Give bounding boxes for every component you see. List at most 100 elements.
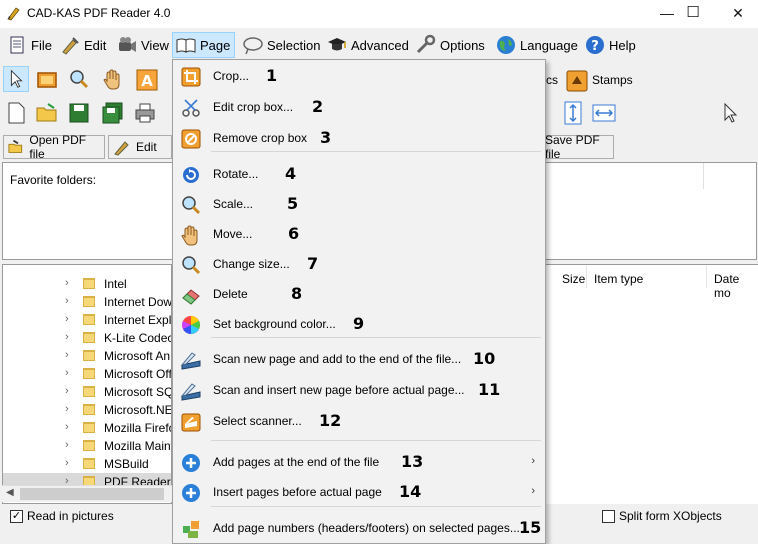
page-icon bbox=[176, 38, 196, 53]
annotation-number: 10 bbox=[473, 349, 496, 368]
page-menu-item[interactable]: Rotate... 4 bbox=[173, 161, 545, 187]
folder-icon bbox=[83, 458, 95, 469]
tree-item[interactable]: › Internet Explo bbox=[3, 311, 171, 329]
checkbox-unchecked-icon[interactable] bbox=[602, 509, 615, 523]
maximize-button[interactable]: ☐ bbox=[670, 0, 716, 28]
chevron-right-icon[interactable]: › bbox=[65, 385, 69, 397]
tree-item[interactable]: › MSBuild bbox=[3, 455, 171, 473]
page-menu-item[interactable]: Delete 8 bbox=[173, 281, 545, 307]
chevron-right-icon[interactable]: › bbox=[65, 421, 69, 433]
pointer-tool-icon[interactable] bbox=[3, 66, 29, 92]
page-menu-item[interactable]: Add pages at the end of the file 13 › bbox=[173, 449, 545, 475]
page-menu-item-label: Delete bbox=[213, 287, 248, 301]
rectangle-tool-icon[interactable] bbox=[34, 67, 60, 93]
page-menu-item[interactable]: Insert pages before actual page 14 › bbox=[173, 479, 545, 505]
edit-tab-button[interactable]: Edit bbox=[108, 135, 172, 159]
annotation-number: 12 bbox=[319, 411, 342, 430]
page-menu-item-label: Set background color... bbox=[213, 317, 336, 331]
tree-item[interactable]: › Microsoft Off bbox=[3, 365, 171, 383]
chevron-right-icon[interactable]: › bbox=[65, 349, 69, 361]
tree-item[interactable]: › Mozilla Maint bbox=[3, 437, 171, 455]
folder-tree[interactable]: › Intel › Internet Dow › Internet Explo › K-Lit… bbox=[2, 264, 172, 504]
new-file-icon[interactable] bbox=[3, 100, 29, 126]
page-menu-item[interactable]: Edit crop box... 2 bbox=[173, 94, 545, 120]
tree-item[interactable]: › Internet Dow bbox=[3, 293, 171, 311]
save-all-icon[interactable] bbox=[100, 100, 126, 126]
menu-options[interactable]: Options bbox=[413, 32, 489, 58]
menu-file[interactable]: File bbox=[4, 32, 56, 58]
tree-item[interactable]: › K-Lite Codec bbox=[3, 329, 171, 347]
open-pdf-button[interactable]: Open PDF file bbox=[3, 133, 105, 161]
cursor-icon[interactable] bbox=[716, 100, 742, 126]
page-menu-item[interactable]: Select scanner... 12 bbox=[173, 408, 545, 434]
advanced-icon bbox=[328, 38, 346, 51]
folder-icon bbox=[83, 422, 95, 433]
split-form-xobjects-checkbox[interactable]: Split form XObjects bbox=[602, 509, 722, 523]
menu-language[interactable]: Language bbox=[493, 32, 582, 58]
checkbox-checked-icon[interactable]: ✓ bbox=[10, 509, 23, 523]
view-icon bbox=[119, 37, 136, 52]
chevron-right-icon[interactable]: › bbox=[65, 277, 69, 289]
page-menu-item[interactable]: Scan new page and add to the end of the … bbox=[173, 346, 545, 372]
page-menu-item[interactable]: Add page numbers (headers/footers) on se… bbox=[173, 515, 545, 541]
page-menu-item[interactable]: Change size... 7 bbox=[173, 251, 545, 277]
page-menu-item[interactable]: Scan and insert new page before actual p… bbox=[173, 377, 545, 403]
chevron-right-icon[interactable]: › bbox=[65, 367, 69, 379]
close-button[interactable]: ✕ bbox=[715, 0, 758, 28]
save-pdf-button[interactable]: Save PDF file bbox=[540, 133, 614, 161]
chevron-right-icon[interactable]: › bbox=[65, 313, 69, 325]
chevron-right-icon[interactable]: › bbox=[65, 439, 69, 451]
page-menu-item[interactable]: Move... 6 bbox=[173, 221, 545, 247]
edit-pencil-icon bbox=[114, 141, 129, 156]
tree-item[interactable]: › Mozilla Firefo bbox=[3, 419, 172, 437]
scrollbar-thumb[interactable] bbox=[20, 488, 164, 500]
page-menu-item[interactable]: Scale... 5 bbox=[173, 191, 545, 217]
menu-selection[interactable]: Selection bbox=[240, 32, 324, 58]
chevron-right-icon[interactable]: › bbox=[65, 403, 69, 415]
fit-width-icon[interactable] bbox=[591, 100, 617, 126]
chevron-right-icon[interactable]: › bbox=[65, 295, 69, 307]
menu-advanced[interactable]: Advanced bbox=[324, 32, 413, 58]
hand-tool-icon[interactable] bbox=[100, 67, 126, 93]
page-menu-item[interactable]: Set background color... 9 bbox=[173, 311, 545, 337]
column-size[interactable]: Size bbox=[562, 272, 585, 286]
stamps-label[interactable]: Stamps bbox=[592, 73, 633, 87]
text-tool-icon[interactable]: A bbox=[134, 67, 160, 93]
menu-separator bbox=[211, 506, 541, 507]
file-list[interactable] bbox=[546, 264, 758, 504]
menu-page[interactable]: Page bbox=[172, 32, 236, 58]
column-divider bbox=[703, 163, 704, 189]
page-menu-item[interactable]: Crop... 1 bbox=[173, 63, 545, 89]
chevron-right-icon[interactable]: › bbox=[65, 331, 69, 343]
tree-horizontal-scrollbar[interactable]: ◀ bbox=[2, 485, 172, 502]
column-date-modified[interactable]: Date mo bbox=[714, 272, 758, 300]
page-menu-item[interactable]: Remove crop box 3 bbox=[173, 125, 545, 151]
app-logo-icon bbox=[7, 7, 20, 21]
open-folder-icon[interactable] bbox=[34, 100, 60, 126]
page-menu-item-label: Add page numbers (headers/footers) on se… bbox=[213, 521, 520, 535]
tree-item[interactable]: › Microsoft.NE bbox=[3, 401, 171, 419]
crop-icon bbox=[181, 67, 201, 87]
print-icon[interactable] bbox=[132, 100, 158, 126]
folder-icon bbox=[83, 314, 95, 325]
tree-item[interactable]: › Microsoft An bbox=[3, 347, 171, 365]
options-icon bbox=[416, 34, 436, 54]
save-icon[interactable] bbox=[66, 100, 92, 126]
tree-item-label: Microsoft SQ bbox=[104, 385, 172, 399]
language-icon bbox=[497, 36, 515, 54]
title-bar: CAD-KAS PDF Reader 4.0 — ☐ ✕ bbox=[0, 0, 758, 28]
menu-help[interactable]: ? Help bbox=[582, 32, 640, 58]
tree-item-label: Mozilla Firefo bbox=[104, 421, 172, 435]
menu-separator bbox=[211, 337, 541, 338]
fit-height-icon[interactable] bbox=[560, 100, 586, 126]
chevron-right-icon[interactable]: › bbox=[65, 457, 69, 469]
tree-item[interactable]: › Intel bbox=[3, 275, 171, 293]
zoom-tool-icon[interactable] bbox=[66, 67, 92, 93]
tree-item[interactable]: › Microsoft SQ bbox=[3, 383, 172, 401]
menu-edit[interactable]: Edit bbox=[57, 32, 110, 58]
stamps-icon[interactable] bbox=[564, 68, 590, 94]
column-item-type[interactable]: Item type bbox=[594, 272, 643, 286]
read-in-pictures-checkbox[interactable]: ✓ Read in pictures bbox=[10, 509, 114, 523]
scroll-left-icon[interactable]: ◀ bbox=[6, 487, 14, 498]
menu-view[interactable]: View bbox=[114, 32, 173, 58]
